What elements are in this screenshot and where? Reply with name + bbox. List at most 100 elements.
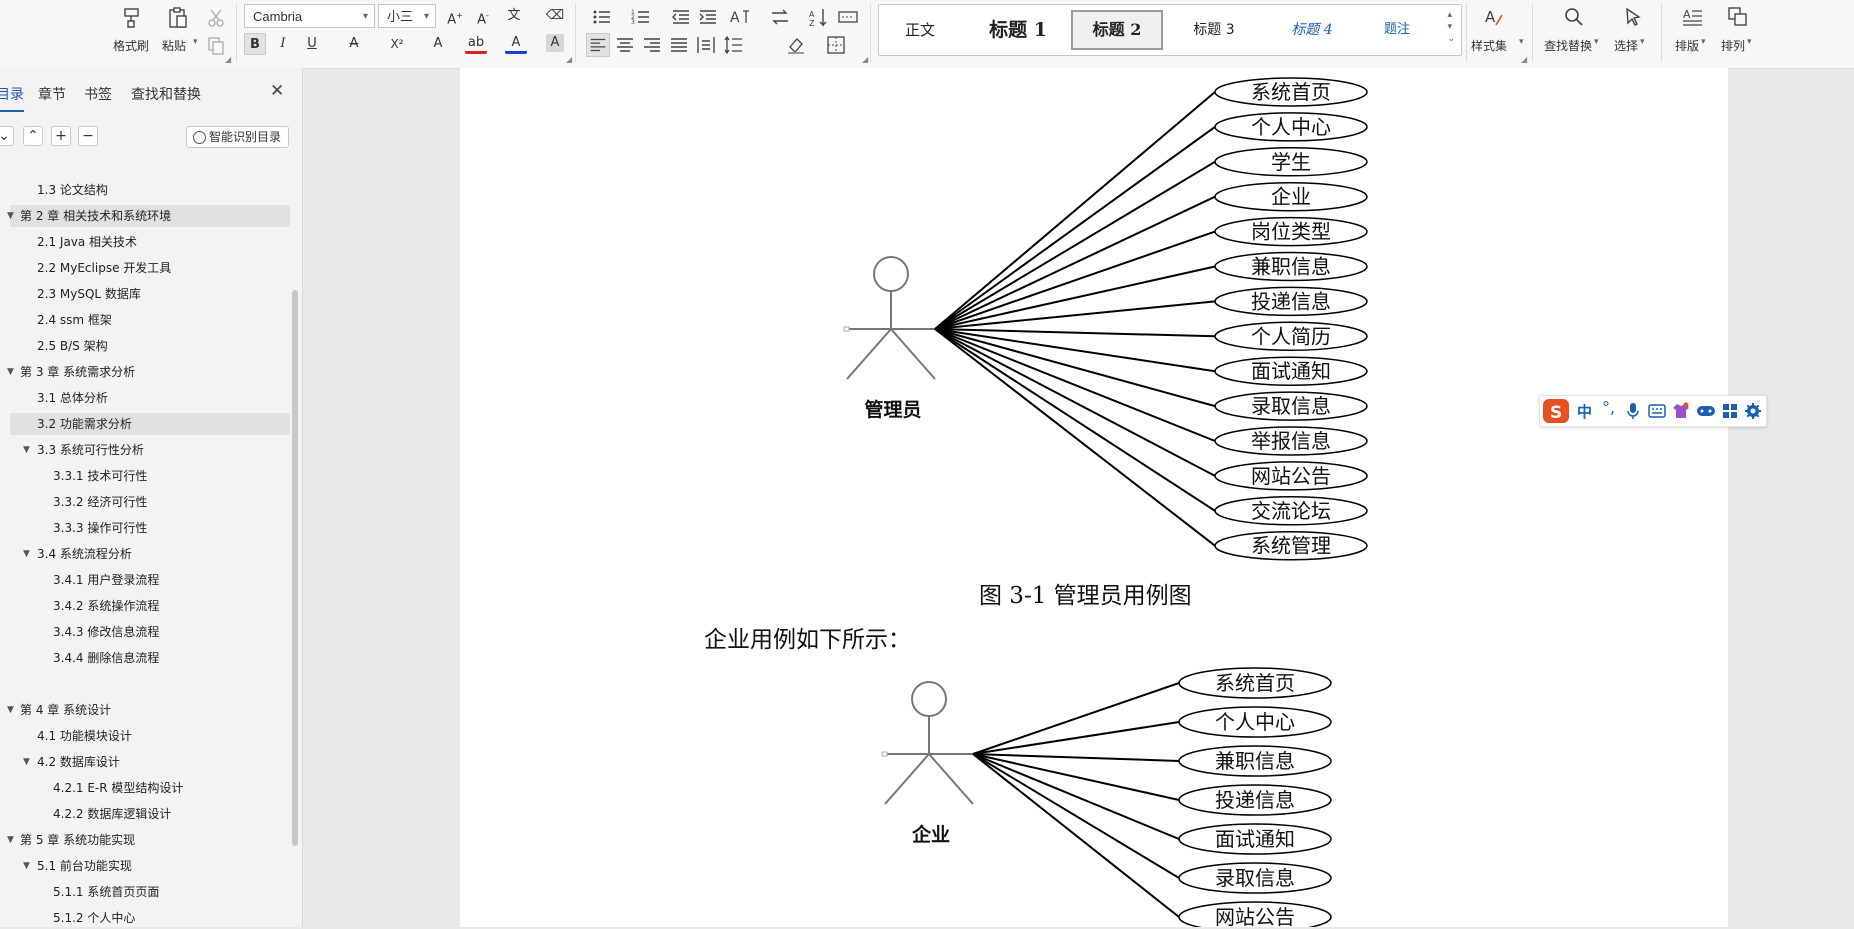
select-label[interactable]: 选择 [1614,37,1638,54]
highlight-color-icon[interactable]: ab [465,33,487,54]
toc-item[interactable]: ▼ 3.3 系统可行性分析 [0,439,290,461]
align-center-icon[interactable] [613,33,637,57]
toc-item[interactable]: 3.1 总体分析 [0,387,290,409]
keyboard-icon[interactable] [1648,404,1666,418]
toc-item[interactable]: 2.1 Java 相关技术 [0,231,290,253]
chevron-down-icon[interactable]: ▾ [1701,37,1706,47]
toc-item[interactable]: ▼ 第 4 章 系统设计 [0,699,290,721]
phonetic-guide-icon[interactable]: 文 [503,5,525,27]
toc-item[interactable]: ▼ 4.2 数据库设计 [0,751,290,773]
style-heading1[interactable]: 标题 1 [963,15,1073,45]
expand-triangle-icon[interactable]: ▼ [7,205,14,227]
toc-item[interactable]: ▼ 第 2 章 相关技术和系统环境 [7,205,290,227]
chevron-down-icon[interactable]: ▾ [1640,37,1645,47]
toc-item[interactable]: 3.4.3 修改信息流程 [0,621,290,643]
format-painter-icon[interactable] [120,6,144,30]
style-heading2[interactable]: 标题 2 [1071,10,1163,50]
toc-item[interactable]: 2.4 ssm 框架 [0,309,290,331]
expand-triangle-icon[interactable]: ▼ [23,439,30,461]
group-launcher-icon[interactable]: ◢ [862,55,868,64]
toc-item[interactable]: 5.1.1 系统首页页面 [0,881,290,903]
numbered-list-icon[interactable]: 123 [629,5,653,29]
toc-item[interactable]: 2.5 B/S 架构 [0,335,290,357]
sogou-logo-icon[interactable]: S [1542,398,1570,424]
arrange-icon[interactable] [1726,5,1750,29]
punctuation-icon[interactable]: °, [1602,398,1615,417]
layout-label[interactable]: 排版 [1675,37,1699,54]
toc-item[interactable]: 3.3.3 操作可行性 [0,517,290,539]
align-left-icon[interactable] [586,33,610,57]
toc-item[interactable]: 3.3.2 经济可行性 [0,491,290,513]
toc-item[interactable]: 5.1.2 个人中心 [0,907,290,929]
tab-chapters[interactable]: 章节 [38,84,66,104]
find-replace-label[interactable]: 查找替换 [1544,37,1592,54]
shrink-font-icon[interactable]: A- [472,5,494,27]
tab-find-replace[interactable]: 查找和替换 [131,84,201,104]
paste-dropdown-icon[interactable]: ▾ [193,37,198,47]
tab-toc[interactable]: 目录 [0,84,24,112]
distribute-icon[interactable] [694,33,718,57]
decrease-indent-icon[interactable] [669,5,693,29]
settings-gear-icon[interactable] [1744,402,1762,420]
expand-triangle-icon[interactable]: ▼ [23,855,30,877]
toc-item[interactable]: ▼ 5.1 前台功能实现 [0,855,290,877]
gamepad-icon[interactable] [1696,403,1716,419]
border-icon[interactable] [824,33,848,57]
bold-button[interactable]: B [244,33,266,55]
ime-mode-label[interactable]: 中 [1577,401,1592,422]
layout-icon[interactable]: A [1681,5,1705,29]
italic-button[interactable]: I [272,33,294,55]
bullet-list-icon[interactable] [590,5,614,29]
style-heading4[interactable]: 标题 4 [1267,15,1357,45]
text-direction-icon[interactable] [768,5,792,29]
expand-triangle-icon[interactable]: ▼ [23,543,30,565]
underline-button[interactable]: U [301,33,323,55]
font-color-icon[interactable]: A [505,33,527,54]
smart-toc-button[interactable]: 智能识别目录 [186,126,289,148]
show-marks-icon[interactable] [836,5,860,29]
superscript-button[interactable]: X² [386,33,408,55]
sort-icon[interactable]: AZ [807,5,831,29]
toolbox-grid-icon[interactable] [1722,403,1738,419]
toc-item[interactable]: 4.2.2 数据库逻辑设计 [0,803,290,825]
toc-item[interactable]: 4.1 功能模块设计 [0,725,290,747]
style-caption[interactable]: 题注 [1359,15,1435,45]
cut-icon[interactable] [204,6,228,30]
style-scroll-icon[interactable]: ▴ ▾ ⌄ [1447,9,1455,45]
font-size-select[interactable]: 小三 ▾ [378,4,436,28]
expand-triangle-icon[interactable]: ▼ [7,361,14,383]
group-launcher-icon[interactable]: ◢ [566,55,572,64]
group-launcher-icon[interactable]: ◢ [225,55,231,64]
ime-toolbar[interactable]: S 中 °, [1539,395,1767,427]
toc-item[interactable]: 2.2 MyEclipse 开发工具 [0,257,290,279]
chevron-up-icon[interactable]: ⌃ [23,126,43,146]
minus-icon[interactable]: − [78,126,98,146]
scrollbar[interactable] [292,290,298,846]
select-cursor-icon[interactable] [1621,5,1645,29]
toc-item[interactable]: 3.3.1 技术可行性 [0,465,290,487]
chevron-down-icon[interactable]: ▾ [1747,37,1752,47]
search-icon[interactable] [1562,5,1586,29]
style-normal[interactable]: 正文 [887,15,953,45]
char-shading-icon[interactable]: A [546,34,564,52]
shading-icon[interactable] [784,33,808,57]
grow-font-icon[interactable]: A+ [444,5,466,27]
expand-triangle-icon[interactable]: ▼ [7,829,14,851]
toc-item[interactable]: ▼ 第 3 章 系统需求分析 [0,361,290,383]
chinese-layout-icon[interactable]: A [728,5,752,29]
line-spacing-icon[interactable] [722,33,746,57]
increase-indent-icon[interactable] [696,5,720,29]
toc-item[interactable]: 3.4.1 用户登录流程 [0,569,290,591]
toc-item[interactable]: 2.3 MySQL 数据库 [0,283,290,305]
toc-item[interactable] [0,673,290,695]
close-icon[interactable]: ✕ [270,81,284,101]
justify-icon[interactable] [667,33,691,57]
chevron-down-icon[interactable]: ▾ [1519,37,1524,47]
toc-item[interactable]: ▼ 3.4 系统流程分析 [0,543,290,565]
skin-shirt-icon[interactable] [1672,402,1690,420]
paste-icon[interactable] [166,6,190,30]
align-right-icon[interactable] [640,33,664,57]
font-name-select[interactable]: Cambria ▾ [244,4,375,28]
chevron-down-icon[interactable]: ▾ [1594,37,1599,47]
clear-format-icon[interactable]: ⌫ [544,5,566,27]
